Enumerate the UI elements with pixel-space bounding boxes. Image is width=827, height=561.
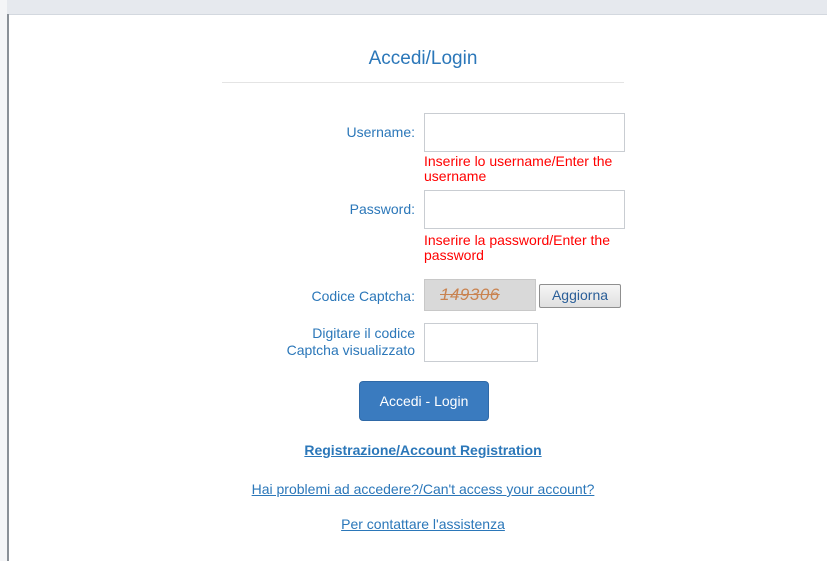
username-error: Inserire lo username/Enter the username bbox=[424, 153, 613, 184]
page-title: Accedi/Login bbox=[368, 48, 478, 69]
cant-access-link[interactable]: Hai problemi ad accedere?/Can't access y… bbox=[203, 481, 643, 497]
password-label: Password: bbox=[349, 201, 415, 217]
support-link[interactable]: Per contattare l'assistenza bbox=[273, 516, 573, 532]
captcha-image: 149306 bbox=[424, 279, 536, 311]
username-label: Username: bbox=[346, 124, 415, 140]
captcha-code: 149306 bbox=[440, 285, 500, 304]
password-input[interactable] bbox=[424, 190, 625, 229]
password-error: Inserire la password/Enter the password bbox=[424, 232, 610, 263]
window-top-bar bbox=[0, 0, 827, 15]
captcha-refresh-button[interactable]: Aggiorna bbox=[539, 284, 621, 308]
login-button[interactable]: Accedi - Login bbox=[359, 381, 489, 421]
title-divider bbox=[222, 82, 624, 83]
captcha-input[interactable] bbox=[424, 323, 538, 362]
window-left-strip bbox=[0, 0, 7, 561]
captcha-input-label: Digitare il codice Captcha visualizzato bbox=[286, 325, 415, 358]
username-input[interactable] bbox=[424, 113, 625, 152]
captcha-label: Codice Captcha: bbox=[311, 288, 415, 304]
registration-link[interactable]: Registrazione/Account Registration bbox=[223, 442, 623, 458]
content-left-border bbox=[7, 14, 9, 561]
